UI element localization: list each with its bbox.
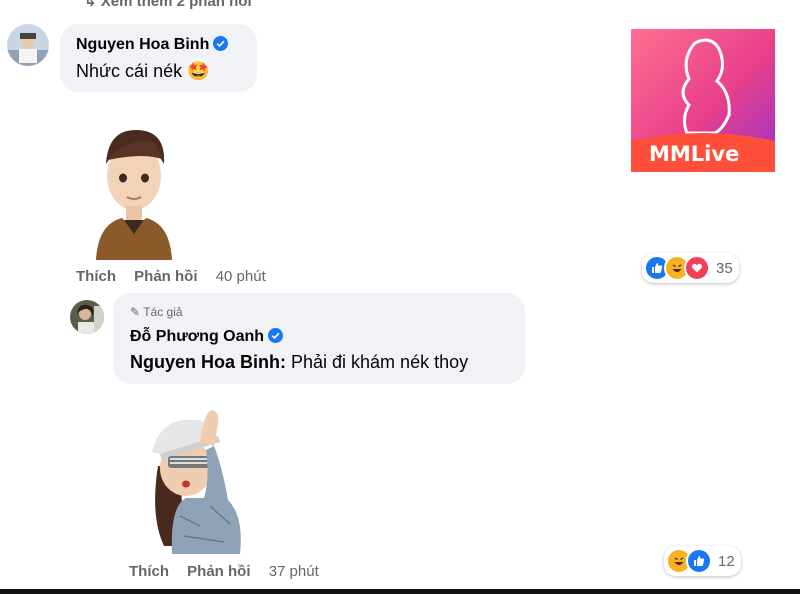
ad-logo-text: MMLive (649, 142, 740, 166)
avatar-nguyen-hoa-binh[interactable] (7, 24, 49, 66)
reaction-count: 12 (718, 552, 735, 570)
reaction-count: 35 (716, 259, 733, 277)
like-button[interactable]: Thích (76, 268, 116, 285)
reply-text: Nguyen Hoa Binh: Phải đi khám nék thoy (130, 352, 469, 372)
like-button[interactable]: Thích (129, 563, 169, 580)
like-reaction-icon (686, 548, 712, 574)
reply-button[interactable]: Phản hồi (187, 563, 250, 580)
reply-arrow-icon: ↳ (84, 0, 101, 10)
reply-author[interactable]: Đỗ Phương Oanh (130, 328, 284, 346)
mmlive-ad-image[interactable]: MMLive (631, 29, 775, 172)
sticker-girl-avatar (140, 406, 252, 554)
sticker-boy-avatar (94, 124, 174, 260)
comment-text: Nhức cái nék 🤩 (76, 61, 210, 81)
view-more-replies-link[interactable]: ↳ Xem thêm 2 phản hồi (84, 0, 252, 10)
mention-link[interactable]: Nguyen Hoa Binh: (130, 352, 286, 372)
pencil-icon: ✎ (130, 305, 141, 319)
verified-badge-icon (268, 328, 284, 343)
comment-timestamp[interactable]: 40 phút (216, 268, 266, 285)
comment-bubble: Nguyen Hoa Binh Nhức cái nék 🤩 (60, 24, 257, 92)
reply-reaction-summary[interactable]: 12 (664, 546, 741, 576)
reply-actions: Thích Phản hồi 37 phút (129, 563, 333, 580)
reaction-summary[interactable]: 35 (642, 253, 739, 283)
comment-author[interactable]: Nguyen Hoa Binh (76, 36, 229, 54)
bottom-border (0, 589, 800, 594)
comment-actions: Thích Phản hồi 40 phút (76, 268, 280, 285)
reply-button[interactable]: Phản hồi (134, 268, 197, 285)
avatar-do-phuong-oanh[interactable] (70, 300, 104, 334)
author-badge: ✎ Tác giả (130, 305, 183, 319)
star-struck-emoji: 🤩 (187, 61, 210, 81)
love-reaction-icon (684, 255, 710, 281)
reply-bubble: ✎ Tác giả Đỗ Phương Oanh Nguyen Hoa Binh… (113, 293, 525, 384)
reply-timestamp[interactable]: 37 phút (269, 563, 319, 580)
verified-badge-icon (213, 36, 229, 51)
